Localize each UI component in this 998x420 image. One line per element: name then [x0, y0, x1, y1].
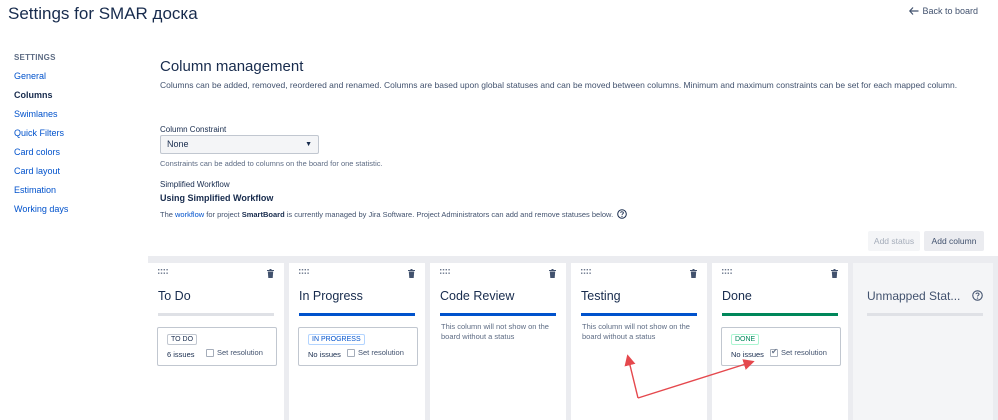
sidebar-heading: SETTINGS [14, 53, 56, 62]
column-constraint-bar [722, 313, 838, 316]
back-to-board-label: Back to board [922, 6, 978, 16]
column-title[interactable]: Done [722, 289, 752, 303]
drag-handle-icon[interactable] [440, 269, 450, 275]
set-resolution-checkbox[interactable] [770, 347, 778, 357]
set-resolution-option[interactable]: Set resolution [347, 348, 404, 357]
workflow-desc-part-2: for project [204, 209, 242, 219]
workflow-desc-part-1: The [160, 209, 176, 219]
add-column-button[interactable]: Add column [924, 231, 984, 251]
trash-icon[interactable] [408, 269, 415, 278]
unmapped-bar [867, 313, 983, 316]
column-constraint-select[interactable]: None ▼ [160, 135, 319, 154]
caret-down-icon: ▼ [305, 141, 312, 148]
drag-handle-icon[interactable] [581, 269, 591, 275]
status-card-in-progress[interactable]: IN PROGRESS No issues Set resolution [298, 327, 418, 366]
issue-count: No issues [731, 350, 764, 359]
column-constraint-bar [158, 313, 274, 316]
trash-icon[interactable] [831, 269, 838, 278]
column-constraint-value: None [167, 139, 189, 149]
sidebar-item-working-days[interactable]: Working days [14, 203, 124, 222]
settings-sidebar: SETTINGS General Columns Swimlanes Quick… [14, 53, 124, 222]
sidebar-item-swimlanes[interactable]: Swimlanes [14, 108, 124, 127]
issue-count: 6 issues [167, 350, 195, 359]
set-resolution-label: Set resolution [358, 348, 404, 357]
sidebar-item-columns[interactable]: Columns [14, 89, 124, 108]
constraint-help-text: Constraints can be added to columns on t… [160, 159, 383, 168]
column-empty-note: This column will not show on the board w… [582, 322, 690, 341]
column-in-progress[interactable]: In Progress IN PROGRESS No issues Set re… [289, 263, 425, 420]
sidebar-item-card-colors[interactable]: Card colors [14, 146, 124, 165]
column-empty-note: This column will not show on the board w… [441, 322, 549, 341]
add-status-button[interactable]: Add status [868, 231, 920, 251]
section-description: Columns can be added, removed, reordered… [160, 80, 958, 90]
issue-count: No issues [308, 350, 341, 359]
status-card-done[interactable]: DONE No issues Set resolution [721, 327, 841, 366]
column-constraint-bar [581, 313, 697, 316]
drag-handle-icon[interactable] [722, 269, 732, 275]
status-lozenge: IN PROGRESS [308, 334, 365, 345]
unmapped-statuses-title: Unmapped Stat... [867, 289, 961, 303]
column-constraint-bar [299, 313, 415, 316]
question-circle-icon[interactable] [972, 290, 983, 301]
trash-icon[interactable] [549, 269, 556, 278]
column-testing[interactable]: Testing This column will not show on the… [571, 263, 707, 420]
column-title[interactable]: In Progress [299, 289, 363, 303]
trash-icon[interactable] [267, 269, 274, 278]
status-card-to-do[interactable]: TO DO 6 issues Set resolution [157, 327, 277, 366]
column-done[interactable]: Done DONE No issues Set resolution [712, 263, 848, 420]
column-title[interactable]: Code Review [440, 289, 514, 303]
sidebar-item-quick-filters[interactable]: Quick Filters [14, 127, 124, 146]
set-resolution-option[interactable]: Set resolution [206, 348, 263, 357]
sidebar-item-general[interactable]: General [14, 70, 124, 89]
back-to-board-link[interactable]: Back to board [909, 6, 978, 16]
set-resolution-label: Set resolution [781, 348, 827, 357]
page-title: Settings for SMAR доска [8, 4, 198, 23]
set-resolution-label: Set resolution [217, 348, 263, 357]
set-resolution-option[interactable]: Set resolution [770, 347, 827, 357]
status-lozenge: TO DO [167, 334, 198, 345]
column-management-section: Column management Columns can be added, … [160, 58, 980, 91]
simplified-workflow-label: Simplified Workflow [160, 180, 230, 189]
sidebar-item-estimation[interactable]: Estimation [14, 184, 124, 203]
column-code-review[interactable]: Code Review This column will not show on… [430, 263, 566, 420]
drag-handle-icon[interactable] [158, 269, 168, 275]
column-constraint-bar [440, 313, 556, 316]
workflow-title: Using Simplified Workflow [160, 193, 274, 203]
status-lozenge: DONE [731, 334, 760, 345]
column-constraint-label: Column Constraint [160, 125, 227, 134]
workflow-description: The workflow for project SmartBoard is c… [160, 209, 627, 219]
sidebar-item-card-layout[interactable]: Card layout [14, 165, 124, 184]
section-title: Column management [160, 58, 304, 75]
set-resolution-checkbox[interactable] [347, 348, 355, 357]
drag-handle-icon[interactable] [299, 269, 309, 275]
trash-icon[interactable] [690, 269, 697, 278]
question-circle-icon[interactable] [617, 209, 627, 219]
column-unmapped-statuses: Unmapped Stat... [853, 263, 993, 420]
workflow-link[interactable]: workflow [175, 210, 204, 219]
workflow-project-name: SmartBoard [241, 209, 285, 219]
column-title[interactable]: To Do [158, 289, 191, 303]
arrow-left-icon [909, 7, 919, 15]
column-to-do[interactable]: To Do TO DO 6 issues Set resolution [148, 263, 284, 420]
set-resolution-checkbox[interactable] [206, 348, 214, 357]
column-title[interactable]: Testing [581, 289, 621, 303]
workflow-desc-part-3: is currently managed by Jira Software. P… [284, 209, 614, 219]
